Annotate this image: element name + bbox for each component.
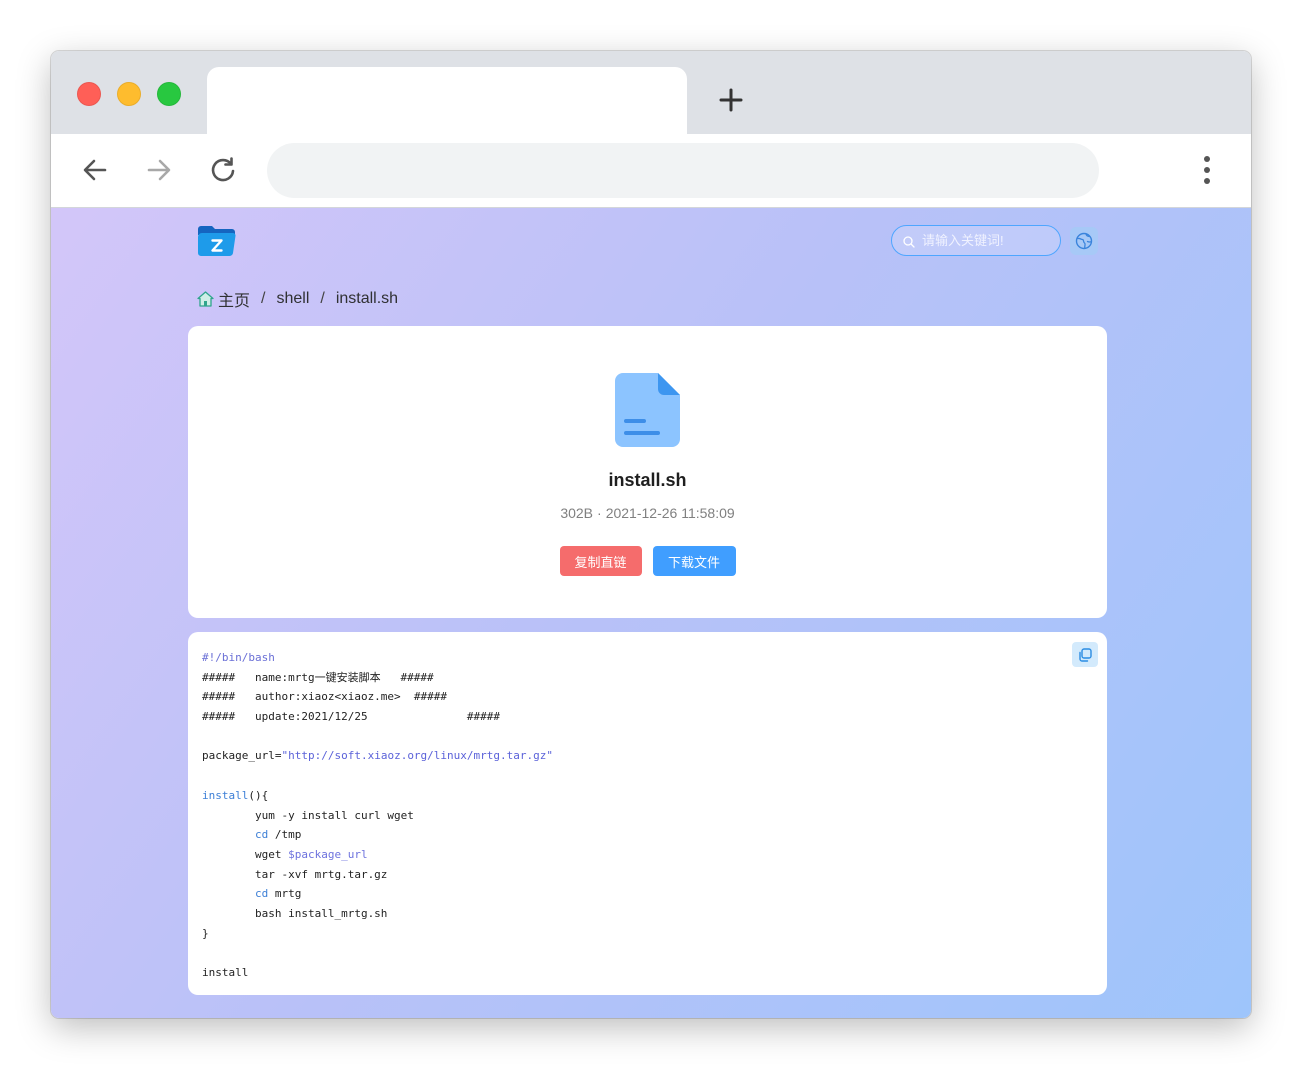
search-input[interactable]	[892, 226, 1060, 255]
code-token: #!/bin/bash	[202, 651, 275, 664]
new-tab-button[interactable]	[719, 88, 743, 112]
copy-code-button[interactable]	[1072, 642, 1098, 667]
code-line: wget $package_url	[202, 845, 1062, 865]
download-button[interactable]: 下载文件	[652, 546, 736, 576]
code-token: install	[202, 788, 249, 802]
minimize-window-button[interactable]	[117, 82, 141, 106]
code-token: (){	[248, 788, 269, 802]
code-line: yum -y install curl wget	[202, 806, 1062, 826]
file-info-card: install.sh 302B · 2021-12-26 11:58:09 复制直链…	[188, 326, 1107, 618]
code-line: ##### update:2021/12/25 #####	[202, 707, 1062, 727]
reload-button[interactable]	[209, 156, 237, 184]
code-token: $package_url	[288, 847, 368, 861]
tab-bar	[51, 51, 1251, 134]
code-token: ##### update:2021/12/25 #####	[202, 710, 501, 724]
code-token: ##### name:mrtg一键安装脚本 #####	[202, 670, 434, 684]
browser-menu-button[interactable]	[1195, 156, 1219, 184]
breadcrumb-home[interactable]: 主页	[218, 287, 250, 311]
code-token: cd	[254, 887, 269, 901]
file-document-icon	[615, 373, 680, 447]
plus-icon	[719, 88, 743, 112]
breadcrumb-separator: /	[261, 290, 266, 307]
more-vertical-icon	[1204, 156, 1210, 184]
code-line: }	[202, 924, 1062, 944]
code-line: tar -xvf mrtg.tar.gz	[202, 865, 1062, 885]
breadcrumb: 主页 / shell / install.sh	[197, 288, 398, 310]
meta-separator: ·	[597, 505, 602, 521]
file-meta: 302B · 2021-12-26 11:58:09	[188, 503, 1107, 523]
code-block: #!/bin/bash ##### name:mrtg一键安装脚本 ##### ##…	[202, 648, 1062, 983]
address-bar[interactable]	[267, 143, 1099, 198]
page-content: 主页 / shell / install.sh install.sh 302B·…	[51, 208, 1251, 1018]
code-line: install(){	[202, 786, 1062, 806]
code-line: bash install_mrtg.sh	[202, 904, 1062, 924]
code-preview-card: #!/bin/bash ##### name:mrtg一键安装脚本 ##### ##…	[188, 632, 1107, 995]
code-token: package_url=	[202, 749, 282, 763]
file-actions: 复制直链 下载文件	[188, 546, 1107, 576]
copy-icon	[1079, 647, 1092, 662]
search-box[interactable]	[891, 225, 1061, 256]
forward-button[interactable]	[145, 156, 173, 184]
home-icon[interactable]	[197, 291, 214, 307]
browser-toolbar	[51, 134, 1251, 208]
arrow-right-icon	[147, 159, 171, 181]
code-token: cd	[254, 828, 269, 842]
file-modified-time: 2021-12-26 11:58:09	[605, 505, 735, 521]
language-button[interactable]	[1070, 227, 1098, 255]
site-logo[interactable]	[198, 226, 236, 257]
code-token: tar -xvf mrtg.tar.gz	[202, 867, 388, 881]
copy-link-button[interactable]: 复制直链	[559, 546, 642, 576]
browser-tab[interactable]	[207, 67, 687, 134]
browser-window: 主页 / shell / install.sh install.sh 302B·…	[51, 51, 1251, 1018]
code-line: install	[202, 963, 1062, 983]
file-name: install.sh	[608, 470, 687, 490]
globe-icon	[1075, 232, 1093, 250]
code-token: "http://soft.xiaoz.org/linux/mrtg.tar.gz…	[281, 749, 554, 763]
folder-logo-icon	[198, 226, 236, 257]
code-line: ##### author:xiaoz<xiaoz.me> #####	[202, 687, 1062, 707]
code-token: wget	[202, 847, 289, 861]
code-token: ##### author:xiaoz<xiaoz.me> #####	[202, 690, 448, 704]
breadcrumb-folder[interactable]: shell	[276, 290, 309, 308]
code-line: #!/bin/bash	[202, 648, 1062, 668]
reload-icon	[211, 157, 235, 182]
code-token: mrtg	[268, 887, 302, 901]
code-token: yum -y install curl wget	[202, 808, 414, 822]
code-token: install	[202, 966, 249, 979]
close-window-button[interactable]	[77, 82, 101, 106]
breadcrumb-separator: /	[320, 290, 325, 307]
code-token: /tmp	[268, 828, 302, 842]
code-token: bash install_mrtg.sh	[202, 906, 388, 920]
back-button[interactable]	[81, 156, 109, 184]
code-line: ##### name:mrtg一键安装脚本 #####	[202, 668, 1062, 688]
code-line: package_url="http://soft.xiaoz.org/linux…	[202, 746, 1062, 766]
arrow-left-icon	[83, 159, 107, 181]
maximize-window-button[interactable]	[157, 82, 181, 106]
breadcrumb-current: install.sh	[335, 290, 399, 307]
code-line: cd mrtg	[202, 884, 1062, 904]
code-line: cd /tmp	[202, 825, 1062, 845]
file-size: 302B	[560, 505, 594, 521]
code-token: }	[202, 926, 209, 940]
